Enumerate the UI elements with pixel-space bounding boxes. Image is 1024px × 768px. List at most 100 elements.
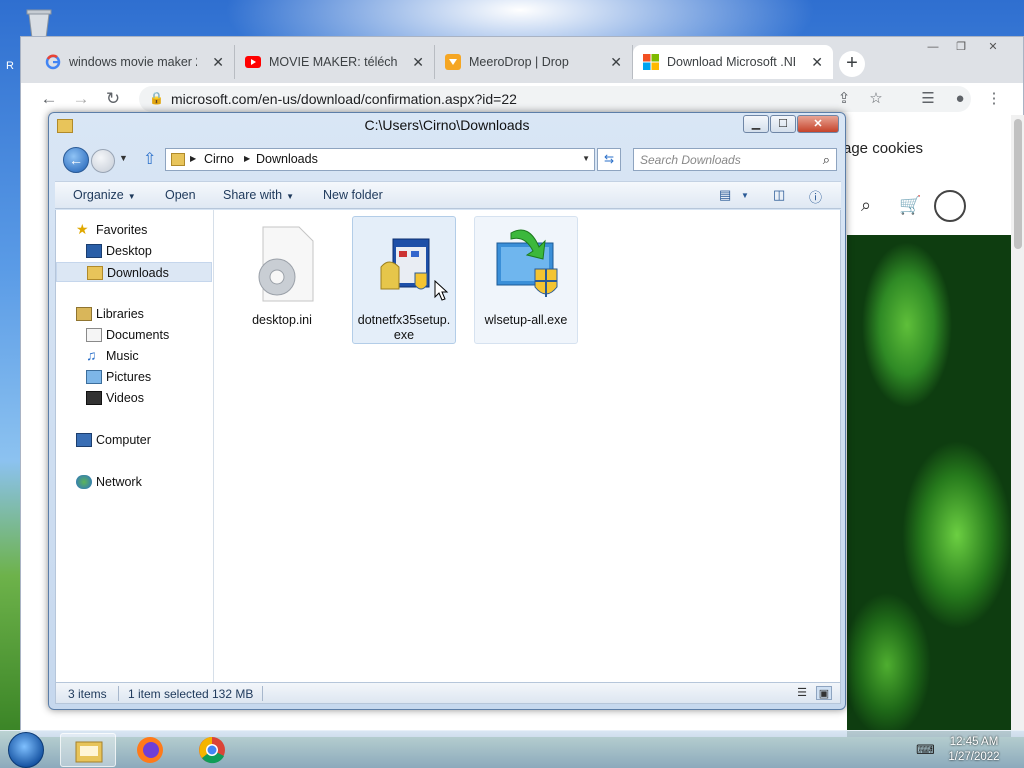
taskbar-firefox[interactable]: [122, 733, 178, 767]
back-arrow-icon[interactable]: ←: [39, 89, 59, 109]
address-dropdown-icon[interactable]: ▼: [582, 154, 590, 163]
computer-icon: [76, 433, 92, 447]
reading-list-icon[interactable]: ☰: [917, 89, 939, 109]
videos-icon: [86, 391, 102, 405]
tab-label: MOVIE MAKER: télécharg: [269, 55, 397, 69]
nav-downloads[interactable]: Downloads: [56, 262, 212, 282]
status-divider: [118, 686, 119, 701]
nav-videos[interactable]: Videos: [56, 388, 212, 408]
tab-meerodrop[interactable]: MeeroDrop | Drop ✕: [435, 45, 633, 79]
explorer-address-bar[interactable]: ▶ Cirno ▶ Downloads ▼: [165, 148, 595, 171]
account-icon[interactable]: [934, 190, 966, 222]
nav-desktop[interactable]: Desktop: [56, 241, 212, 261]
up-arrow-icon[interactable]: ⇧: [143, 149, 156, 169]
breadcrumb-separator-icon[interactable]: ▶: [190, 154, 196, 163]
tab-google-search[interactable]: windows movie maker 2 ✕: [35, 45, 235, 79]
maximize-icon[interactable]: ☐: [770, 115, 796, 133]
youtube-icon: [245, 56, 261, 68]
tab-close-icon[interactable]: ✕: [610, 54, 622, 71]
chevron-down-icon: ▼: [286, 192, 294, 201]
minimize-icon[interactable]: ▁: [743, 115, 769, 133]
new-folder-button[interactable]: New folder: [323, 188, 383, 202]
breadcrumb-separator-icon[interactable]: ▶: [244, 154, 250, 163]
tab-youtube[interactable]: MOVIE MAKER: télécharg ✕: [235, 45, 435, 79]
file-name-line2: exe: [393, 328, 415, 342]
scrollbar-thumb[interactable]: [1014, 119, 1022, 249]
google-icon: [45, 54, 61, 70]
pictures-icon: [86, 370, 102, 384]
nav-label: Libraries: [96, 307, 144, 321]
nav-computer[interactable]: Computer: [56, 430, 212, 450]
nav-pictures[interactable]: Pictures: [56, 367, 212, 387]
browser-toolbar: ← → ↻ 🔒 microsoft.com/en-us/download/con…: [21, 83, 1023, 115]
music-icon: ♫: [86, 347, 97, 363]
page-scrollbar[interactable]: [1011, 115, 1024, 737]
large-icons-view-icon[interactable]: ▣: [816, 686, 832, 700]
tab-close-icon[interactable]: ✕: [811, 54, 823, 71]
close-icon[interactable]: ✕: [797, 115, 839, 133]
breadcrumb-cirno[interactable]: Cirno: [204, 152, 234, 166]
search-icon[interactable]: ⌕: [823, 152, 830, 168]
settings-file-icon: [258, 226, 314, 302]
tab-microsoft-download[interactable]: Download Microsoft .NE ✕: [633, 45, 833, 79]
nav-label: Videos: [106, 391, 144, 405]
clock[interactable]: 12:45 AM 1/27/2022: [944, 735, 1004, 765]
close-icon[interactable]: ✕: [979, 37, 1007, 59]
taskbar-explorer[interactable]: [60, 733, 116, 767]
nav-network[interactable]: Network: [56, 472, 212, 492]
share-icon[interactable]: ⇪: [833, 89, 855, 109]
history-dropdown-icon[interactable]: ▼: [119, 153, 128, 163]
maximize-icon[interactable]: ❐: [947, 37, 975, 59]
profile-icon[interactable]: ●: [949, 89, 971, 109]
tab-close-icon[interactable]: ✕: [412, 54, 424, 71]
address-bar[interactable]: 🔒 microsoft.com/en-us/download/confirmat…: [139, 86, 971, 112]
refresh-icon[interactable]: ⇆: [597, 148, 621, 171]
minimize-icon[interactable]: —: [919, 37, 947, 59]
preview-pane-icon[interactable]: ◫: [773, 187, 785, 203]
mouse-cursor-icon: [434, 280, 449, 301]
file-item-desktop-ini[interactable]: desktop.ini: [230, 216, 334, 344]
search-input[interactable]: Search Downloads ⌕: [633, 148, 837, 171]
tab-close-icon[interactable]: ✕: [212, 54, 224, 71]
clock-date: 1/27/2022: [948, 751, 1000, 763]
file-name: wlsetup-all.exe: [484, 313, 568, 327]
manage-cookies-link[interactable]: age cookies: [843, 140, 923, 157]
back-button[interactable]: ←: [63, 147, 89, 173]
cart-icon[interactable]: 🛒: [899, 195, 921, 216]
file-item-wlsetup-all[interactable]: wlsetup-all.exe: [474, 216, 578, 344]
command-bar: Organize ▼ Open Share with ▼ New folder ▤ …: [55, 181, 841, 209]
nav-label: Favorites: [96, 223, 148, 237]
explorer-window: C:\Users\Cirno\Downloads ▁ ☐ ✕ ← ▼ ⇧ ▶ C…: [48, 112, 846, 710]
microsoft-icon: [643, 54, 659, 70]
navigation-pane: ★ Favorites Desktop Downloads Libraries …: [56, 210, 214, 682]
forward-button[interactable]: [91, 149, 115, 173]
menu-kebab-icon[interactable]: ⋮: [983, 89, 1005, 109]
taskbar-chrome[interactable]: [184, 733, 240, 767]
lock-icon[interactable]: 🔒: [149, 91, 164, 105]
selection-size: 132 MB: [212, 687, 254, 701]
details-view-icon[interactable]: ☰: [794, 686, 810, 700]
new-tab-button[interactable]: +: [839, 51, 865, 77]
network-tray-icon[interactable]: ⌨: [916, 742, 935, 758]
start-button[interactable]: [8, 732, 44, 768]
search-icon[interactable]: ⌕: [861, 195, 871, 216]
nav-documents[interactable]: Documents: [56, 325, 212, 345]
nav-music[interactable]: ♫ Music: [56, 346, 212, 366]
nav-libraries[interactable]: Libraries: [56, 304, 212, 324]
explorer-folder-icon: [75, 741, 103, 763]
nav-favorites[interactable]: ★ Favorites: [56, 220, 212, 240]
recycle-bin-icon[interactable]: [22, 6, 56, 40]
url-text: microsoft.com/en-us/download/confirmatio…: [171, 91, 517, 107]
view-options-icon[interactable]: ▤: [719, 187, 731, 203]
forward-arrow-icon[interactable]: →: [71, 89, 91, 109]
selection-count: 1 item selected: [128, 687, 209, 701]
help-icon[interactable]: ⓘ: [809, 187, 822, 206]
chevron-down-icon[interactable]: ▼: [741, 191, 749, 200]
organize-button[interactable]: Organize ▼: [73, 188, 136, 202]
bookmark-star-icon[interactable]: ☆: [865, 89, 887, 109]
reload-icon[interactable]: ↻: [103, 89, 123, 109]
open-button[interactable]: Open: [165, 188, 196, 202]
share-with-button[interactable]: Share with ▼: [223, 188, 294, 202]
breadcrumb-downloads[interactable]: Downloads: [256, 152, 318, 166]
nav-label: Documents: [106, 328, 170, 342]
